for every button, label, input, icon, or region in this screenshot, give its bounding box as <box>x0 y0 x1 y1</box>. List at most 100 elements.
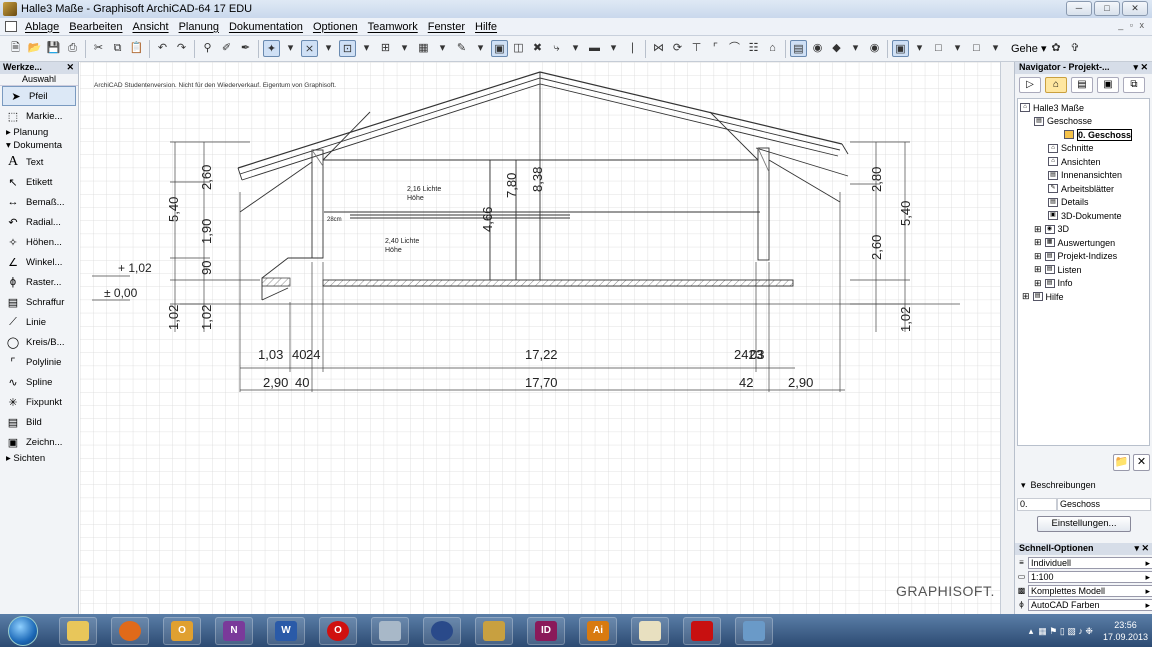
dropdown-arrow-icon[interactable]: ▾ <box>949 40 966 57</box>
tool-bemassung[interactable]: ↔ Bemaß... <box>0 192 78 212</box>
panel-menu-icon[interactable]: ▾ ✕ <box>1134 543 1149 555</box>
taskbar-illustrator[interactable]: Ai <box>579 616 617 645</box>
minimize-button[interactable]: ─ <box>1066 1 1092 16</box>
taskbar-opera[interactable]: O <box>319 616 357 645</box>
taskbar-autocad[interactable] <box>683 616 721 645</box>
paste-icon[interactable]: 📋 <box>128 40 145 57</box>
new-folder-icon[interactable]: 📁 <box>1113 454 1130 471</box>
organizer-icon[interactable]: ⧉ <box>1123 77 1145 93</box>
option-row[interactable]: ▭ 1:100 ▸ <box>1015 570 1152 583</box>
floor-plan-icon[interactable]: ▤ <box>790 40 807 57</box>
close-icon[interactable]: ✕ <box>66 62 74 74</box>
tree-item[interactable]: ⊞ ▦ Auswertungen <box>1020 236 1147 250</box>
option-row[interactable]: ϕ AutoCAD Farben ▸ <box>1015 598 1152 611</box>
section-sichten[interactable]: ▸ Sichten <box>0 452 78 465</box>
curve-icon[interactable]: ⌒ <box>726 40 743 57</box>
tree-item[interactable]: ⌂ Ansichten <box>1020 155 1147 169</box>
tool-raster[interactable]: ϕ Raster... <box>0 272 78 292</box>
tree-item[interactable]: ✎ Arbeitsblätter <box>1020 182 1147 196</box>
tool-kreis[interactable]: ◯ Kreis/B... <box>0 332 78 352</box>
panel-menu-icon[interactable]: ▾ ✕ <box>1133 62 1148 74</box>
menu-hilfe[interactable]: Hilfe <box>470 21 502 33</box>
story-id[interactable]: 0. <box>1017 498 1057 511</box>
menu-ablage[interactable]: Ablage <box>20 21 64 33</box>
taskbar-explorer[interactable] <box>59 616 97 645</box>
tool-markierung[interactable]: ⬚ Markie... <box>0 106 78 126</box>
dropdown-arrow-icon[interactable]: ▾ <box>847 40 864 57</box>
tool-fixpunkt[interactable]: ✳ Fixpunkt <box>0 392 78 412</box>
grid-table-icon[interactable]: ◫ <box>510 40 527 57</box>
section-planung[interactable]: ▸ Planung <box>0 126 78 139</box>
einstellungen-button[interactable]: Einstellungen... <box>1037 516 1131 532</box>
menu-fenster[interactable]: Fenster <box>423 21 470 33</box>
menu-ansicht[interactable]: Ansicht <box>127 21 173 33</box>
menu-planung[interactable]: Planung <box>174 21 224 33</box>
dropdown-arrow-icon[interactable]: ▾ <box>282 40 299 57</box>
cut-icon[interactable]: ✂ <box>90 40 107 57</box>
walk-icon[interactable]: ✞ <box>1067 40 1084 57</box>
menu-optionen[interactable]: Optionen <box>308 21 363 33</box>
pick-up-icon[interactable]: ✐ <box>218 40 235 57</box>
dropdown-arrow-icon[interactable]: ▾ <box>358 40 375 57</box>
taskbar-word[interactable]: W <box>267 616 305 645</box>
story-name[interactable]: Geschoss <box>1057 498 1151 511</box>
tool-linie[interactable]: ⟋ Linie <box>0 312 78 332</box>
dropdown-arrow-icon[interactable]: ▾ <box>396 40 413 57</box>
window-icon[interactable]: ▣ <box>892 40 909 57</box>
auswahl-label[interactable]: Auswahl <box>0 74 78 86</box>
3d-view-icon[interactable]: ◉ <box>809 40 826 57</box>
tree-item[interactable]: ⊞ ▤ Projekt-Indizes <box>1020 250 1147 264</box>
tree-item[interactable]: ▤ Details <box>1020 196 1147 210</box>
tree-item[interactable]: ⌂ Halle3 Maße <box>1020 101 1147 115</box>
start-button[interactable] <box>8 615 38 646</box>
tree-item[interactable]: ⊞ ▤ Info <box>1020 277 1147 291</box>
snap-icon[interactable]: ⊡ <box>339 40 356 57</box>
taskbar-keepass[interactable] <box>423 616 461 645</box>
open-folder-icon[interactable]: 📂 <box>26 40 43 57</box>
taskbar-onenote[interactable]: N <box>215 616 253 645</box>
delete-x-icon[interactable]: ✖ <box>529 40 546 57</box>
split-icon[interactable]: ⤷ <box>548 40 565 57</box>
taskbar-notepad[interactable] <box>631 616 669 645</box>
tree-item[interactable]: ▤ Geschosse <box>1020 115 1147 129</box>
tool-radial[interactable]: ↶ Radial... <box>0 212 78 232</box>
publish-icon[interactable]: □ <box>968 40 985 57</box>
view-map-icon[interactable]: ⌂ <box>1045 77 1067 93</box>
layout-book-icon[interactable]: ▤ <box>1071 77 1093 93</box>
new-file-icon[interactable]: 🗎 <box>7 40 24 57</box>
clock[interactable]: 23:56 17.09.2013 <box>1103 619 1148 643</box>
tool-hoehen[interactable]: ✧ Höhen... <box>0 232 78 252</box>
save-icon[interactable]: 💾 <box>45 40 62 57</box>
menu-dokumentation[interactable]: Dokumentation <box>224 21 308 33</box>
menu-bearbeiten[interactable]: Bearbeiten <box>64 21 127 33</box>
vertical-scrollbar[interactable] <box>1000 62 1014 614</box>
dropdown-arrow-icon[interactable]: ▾ <box>434 40 451 57</box>
taskbar-calculator[interactable] <box>371 616 409 645</box>
tool-schraffur[interactable]: ▤ Schraffur <box>0 292 78 312</box>
tool-pfeil[interactable]: ➤ Pfeil <box>2 86 76 106</box>
grid-snap-icon[interactable]: ⊞ <box>377 40 394 57</box>
dropdown-arrow-icon[interactable]: ▾ <box>605 40 622 57</box>
rotate-icon[interactable]: ⟳ <box>669 40 686 57</box>
tool-winkel[interactable]: ∠ Winkel... <box>0 252 78 272</box>
magic-wand-icon[interactable]: ✦ <box>263 40 280 57</box>
taskbar-outlook[interactable]: O <box>163 616 201 645</box>
mirror-icon[interactable]: ⋈ <box>650 40 667 57</box>
tool-etikett[interactable]: ↖ Etikett <box>0 172 78 192</box>
tree-item[interactable]: ⊞ ◉ 3D <box>1020 223 1147 237</box>
battery-icon[interactable]: ▯ <box>1060 626 1065 637</box>
globe-icon[interactable]: ✿ <box>1048 40 1065 57</box>
taskbar-indesign[interactable]: ID <box>527 616 565 645</box>
find-select-icon[interactable]: ⚲ <box>199 40 216 57</box>
beschreibungen-toggle[interactable]: ▾ Beschreibungen <box>1021 480 1096 491</box>
tree-item-selected[interactable]: 0. Geschoss <box>1020 128 1147 142</box>
inject-icon[interactable]: ✒ <box>237 40 254 57</box>
dropdown-arrow-icon[interactable]: ▾ <box>567 40 584 57</box>
layers-icon[interactable]: ▦ <box>415 40 432 57</box>
section-dokumentation[interactable]: ▾ Dokumenta <box>0 139 78 152</box>
gehe-menu[interactable]: Gehe ▾ <box>1011 42 1047 55</box>
render-icon[interactable]: ◆ <box>828 40 845 57</box>
bluetooth-icon[interactable]: ❉ <box>1085 626 1093 637</box>
redo-icon[interactable]: ↷ <box>173 40 190 57</box>
delete-icon[interactable]: ✕ <box>1133 454 1150 471</box>
